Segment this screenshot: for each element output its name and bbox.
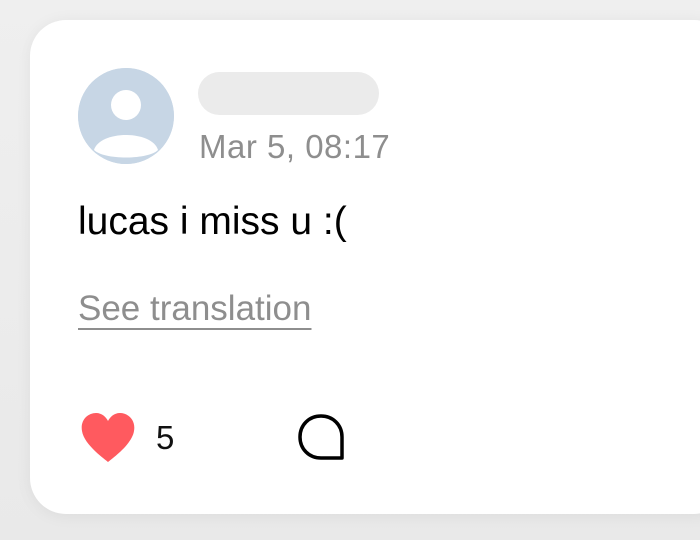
comment-bubble-icon xyxy=(298,414,344,460)
post-timestamp: Mar 5, 08:17 xyxy=(199,128,391,165)
heart-icon xyxy=(81,413,135,462)
like-button[interactable] xyxy=(80,412,136,464)
post-card: Mar 5, 08:17 lucas i miss u :( See trans… xyxy=(30,20,700,514)
post-text: lucas i miss u :( xyxy=(78,200,347,243)
default-user-icon xyxy=(78,68,174,164)
avatar[interactable] xyxy=(78,68,174,164)
like-count: 5 xyxy=(156,419,175,456)
author-name-placeholder[interactable] xyxy=(198,72,379,115)
comment-button[interactable] xyxy=(296,413,346,463)
see-translation-link[interactable]: See translation xyxy=(78,289,311,329)
